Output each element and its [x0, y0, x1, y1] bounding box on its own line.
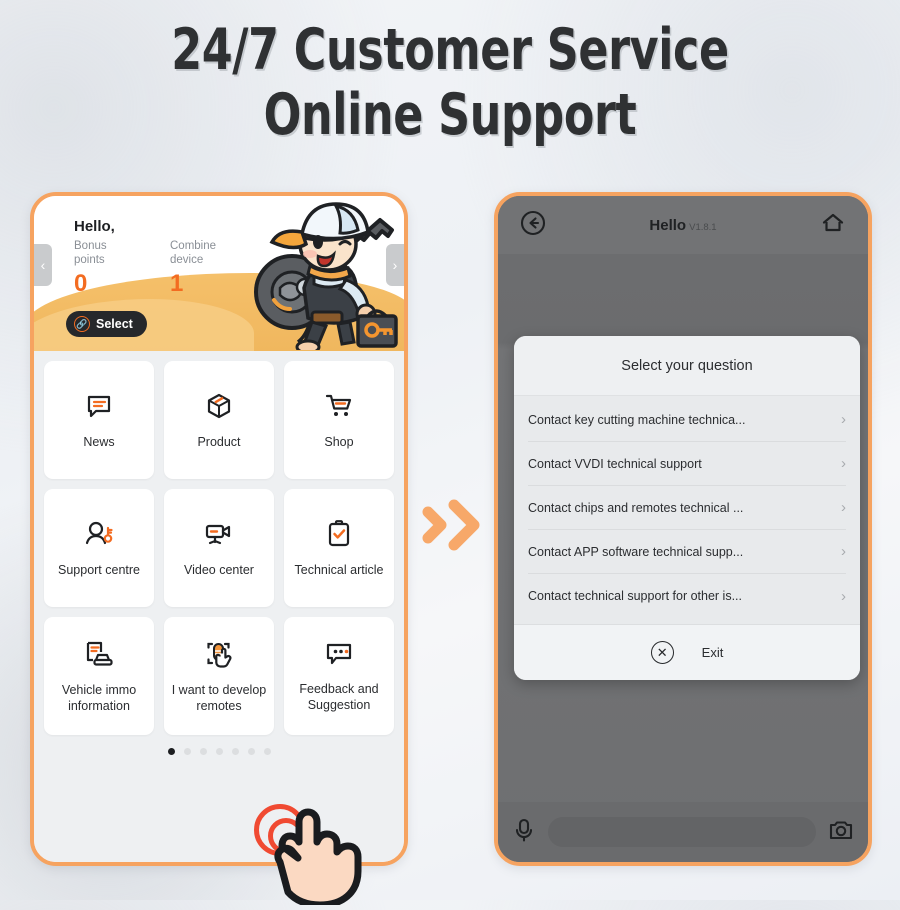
microphone-icon[interactable] [512, 817, 536, 848]
question-list: Contact key cutting machine technica... … [514, 396, 860, 624]
carousel-next-button[interactable]: › [386, 244, 404, 286]
news-bubble-icon [84, 391, 114, 426]
home-icon[interactable] [820, 210, 846, 241]
tap-hand-cursor-icon [258, 800, 388, 910]
transition-arrow [418, 495, 484, 560]
modal-title: Select your question [514, 336, 860, 396]
grid-tile-label: Shop [324, 434, 354, 449]
pagination-dot[interactable] [231, 748, 239, 755]
app-version-label: V1.8.1 [689, 221, 717, 233]
stat-combine-device: Combine device 1 [170, 239, 232, 299]
stat-value: 1 [170, 270, 184, 297]
grid-tile-develop-remotes[interactable]: I want to develop remotes [164, 617, 274, 735]
grid-tile-feedback-suggestion[interactable]: Feedback and Suggestion [284, 617, 394, 735]
pagination-dot[interactable] [199, 748, 207, 755]
question-label: Contact VVDI technical support [528, 456, 702, 471]
chevron-right-icon: › [841, 587, 846, 605]
stat-label: Bonus points [74, 240, 107, 266]
question-item[interactable]: Contact VVDI technical support › [528, 442, 846, 486]
grid-tile-label: Support centre [58, 562, 140, 577]
clipboard-check-icon [325, 519, 353, 554]
chevron-right-icon: › [841, 499, 846, 516]
link-icon: 🔗 [74, 316, 90, 332]
pagination-dot[interactable] [263, 748, 271, 755]
close-circle-icon: ✕ [650, 641, 674, 664]
pagination-dot[interactable] [167, 748, 175, 755]
stat-value: 0 [74, 270, 88, 297]
camera-icon[interactable] [828, 818, 854, 847]
grid-tile-label: Technical article [294, 562, 384, 577]
question-label: Contact key cutting machine technica... [528, 412, 746, 427]
left-phone-mockup: Hello, Bonus points 0 Combine device 1 🔗… [30, 192, 408, 866]
home-grid-section: News Product Shop Support centre Video c… [34, 351, 404, 859]
hero-banner: Hello, Bonus points 0 Combine device 1 🔗… [34, 196, 404, 351]
pagination-dot[interactable] [183, 748, 191, 755]
question-item[interactable]: Contact APP software technical supp... › [528, 530, 846, 574]
question-label: Contact APP software technical supp... [528, 544, 744, 559]
video-camera-icon [203, 519, 235, 554]
question-label: Contact technical support for other is..… [528, 589, 742, 603]
screen-title-text: Hello [649, 216, 687, 234]
screen-title: Hello V1.8.1 [649, 217, 716, 234]
exit-button[interactable]: ✕ Exit [514, 624, 860, 680]
grid-tile-label: Video center [184, 562, 254, 577]
grid-tile-news[interactable]: News [44, 361, 154, 479]
question-label: Contact chips and remotes technical ... [528, 500, 744, 515]
grid-tile-label: Product [197, 434, 241, 449]
right-phone-mockup: Hello V1.8.1 Select your question Contact… [494, 192, 872, 866]
chevron-right-icon: › [841, 411, 846, 428]
grid-tile-label: Feedback and Suggestion [299, 681, 379, 712]
pagination-dots[interactable] [44, 748, 394, 755]
grid-tile-label: News [83, 434, 115, 449]
grid-tile-product[interactable]: Product [164, 361, 274, 479]
double-chevron-right-icon [418, 499, 484, 559]
select-button-label: Select [96, 317, 133, 331]
marquee-highlight: APP UPDATE [44, 866, 129, 867]
hero-stats: Bonus points 0 Combine device 1 [74, 239, 404, 299]
page-title: 24/7 Customer Service Online Support [171, 17, 729, 148]
stat-bonus-points: Bonus points 0 [74, 239, 136, 299]
grid-tile-shop[interactable]: Shop [284, 361, 394, 479]
grid-tile-vehicle-immo-information[interactable]: Vehicle immo information [44, 617, 154, 735]
select-question-modal: Select your question Contact key cutting… [514, 336, 860, 680]
grid-tile-video-center[interactable]: Video center [164, 489, 274, 607]
message-input[interactable] [548, 817, 816, 847]
chevron-right-icon: › [841, 543, 846, 560]
stat-label: Combine device [170, 240, 217, 266]
pagination-dot[interactable] [247, 748, 255, 755]
greeting-text: Hello, [74, 218, 115, 235]
question-item[interactable]: Contact technical support for other is..… [528, 574, 846, 618]
box-icon [204, 391, 234, 426]
hand-remote-icon [203, 639, 235, 674]
back-arrow-icon[interactable] [520, 210, 546, 241]
car-document-icon [83, 639, 115, 674]
pagination-dot[interactable] [215, 748, 223, 755]
customer-service-screen: Hello V1.8.1 Select your question Contact… [498, 196, 868, 862]
grid-tile-support-centre[interactable]: Support centre [44, 489, 154, 607]
chat-input-bar [498, 802, 868, 862]
screen-header: Hello V1.8.1 [498, 196, 868, 254]
grid-tile-technical-article[interactable]: Technical article [284, 489, 394, 607]
person-key-icon [83, 519, 115, 554]
question-item[interactable]: Contact chips and remotes technical ... … [528, 486, 846, 530]
grid-tile-label: Vehicle immo information [61, 682, 137, 713]
exit-button-label: Exit [701, 645, 724, 660]
chevron-right-icon: › [841, 455, 846, 472]
feedback-bubble-icon [323, 640, 355, 673]
select-device-button[interactable]: 🔗 Select [66, 311, 147, 337]
feature-grid: News Product Shop Support centre Video c… [44, 361, 394, 735]
grid-tile-label: I want to develop remotes [171, 682, 267, 713]
shopping-cart-icon [324, 391, 354, 426]
question-item[interactable]: Contact key cutting machine technica... … [528, 398, 846, 442]
carousel-prev-button[interactable]: ‹ [34, 244, 52, 286]
